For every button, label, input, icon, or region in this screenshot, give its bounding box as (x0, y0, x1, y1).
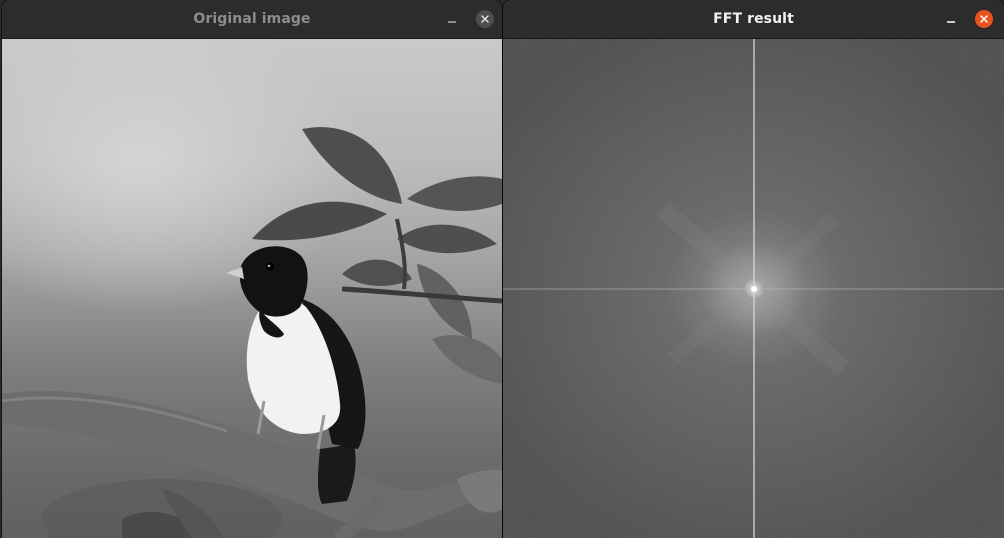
fft-result-window[interactable]: FFT result (503, 0, 1004, 538)
window-titlebar[interactable]: Original image (2, 0, 502, 39)
window-titlebar[interactable]: FFT result (503, 0, 1004, 39)
close-button[interactable] (476, 10, 494, 28)
original-image (2, 39, 502, 538)
minimize-button[interactable] (443, 10, 461, 28)
close-icon (980, 15, 988, 23)
original-image-window[interactable]: Original image (2, 0, 502, 538)
bird-photo (2, 127, 502, 538)
close-button[interactable] (975, 10, 993, 28)
minimize-button[interactable] (942, 10, 960, 28)
desktop: Original image FFT result (0, 0, 1004, 538)
window-title: Original image (193, 11, 311, 27)
fft-spectrum-pattern (503, 39, 1004, 538)
close-icon (481, 15, 489, 23)
window-title: FFT result (713, 11, 794, 27)
fft-spectrum-image (503, 39, 1004, 538)
